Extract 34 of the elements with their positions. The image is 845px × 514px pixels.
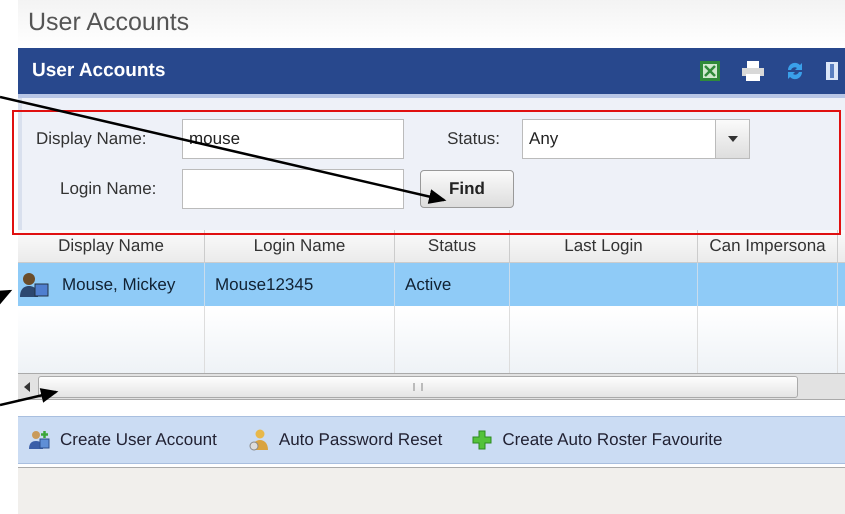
panel-title: User Accounts [32, 58, 166, 83]
page-title: User Accounts [28, 7, 190, 38]
column-header[interactable]: Can Impersona [698, 230, 838, 262]
status-dropdown[interactable]: Any [522, 119, 750, 159]
user-icon [18, 272, 50, 298]
plus-icon [472, 430, 492, 450]
refresh-icon[interactable] [785, 60, 805, 82]
column-header[interactable]: Last Login [510, 230, 698, 262]
caret-icon [728, 136, 738, 142]
table-cell-text: Mouse12345 [215, 274, 314, 296]
column-header[interactable]: Login Name [205, 230, 395, 262]
table-cell-text: Active [405, 274, 452, 296]
columns-icon[interactable] [825, 60, 839, 82]
user-key-icon [246, 428, 269, 452]
spreadsheet-icon[interactable] [699, 60, 721, 82]
users-icon [28, 429, 50, 451]
table-row[interactable]: Mouse, Mickey Mouse12345 Active [18, 263, 845, 306]
annotation-arrow [0, 388, 58, 406]
scrollbar-thumb[interactable] [38, 376, 798, 398]
find-button[interactable]: Find [420, 170, 514, 208]
toolbar-button[interactable]: Auto Password Reset [246, 427, 442, 453]
column-header[interactable]: Display Name [18, 230, 205, 262]
display-name-field[interactable]: mouse [182, 119, 404, 159]
toolbar-button[interactable]: Create Auto Roster Favourite [472, 427, 722, 453]
column-header[interactable]: Status [395, 230, 510, 262]
field-label: Login Name: [59, 178, 158, 200]
field-label: Display Name: [35, 128, 148, 150]
field-label: Status: [446, 128, 501, 150]
horizontal-scrollbar[interactable] [18, 373, 845, 400]
table-cell-text: Mouse, Mickey [62, 274, 176, 296]
toolbar-button[interactable]: Create User Account [28, 427, 217, 453]
print-icon[interactable] [741, 60, 765, 82]
annotation-arrow [0, 290, 12, 304]
login-name-field[interactable] [182, 169, 404, 209]
